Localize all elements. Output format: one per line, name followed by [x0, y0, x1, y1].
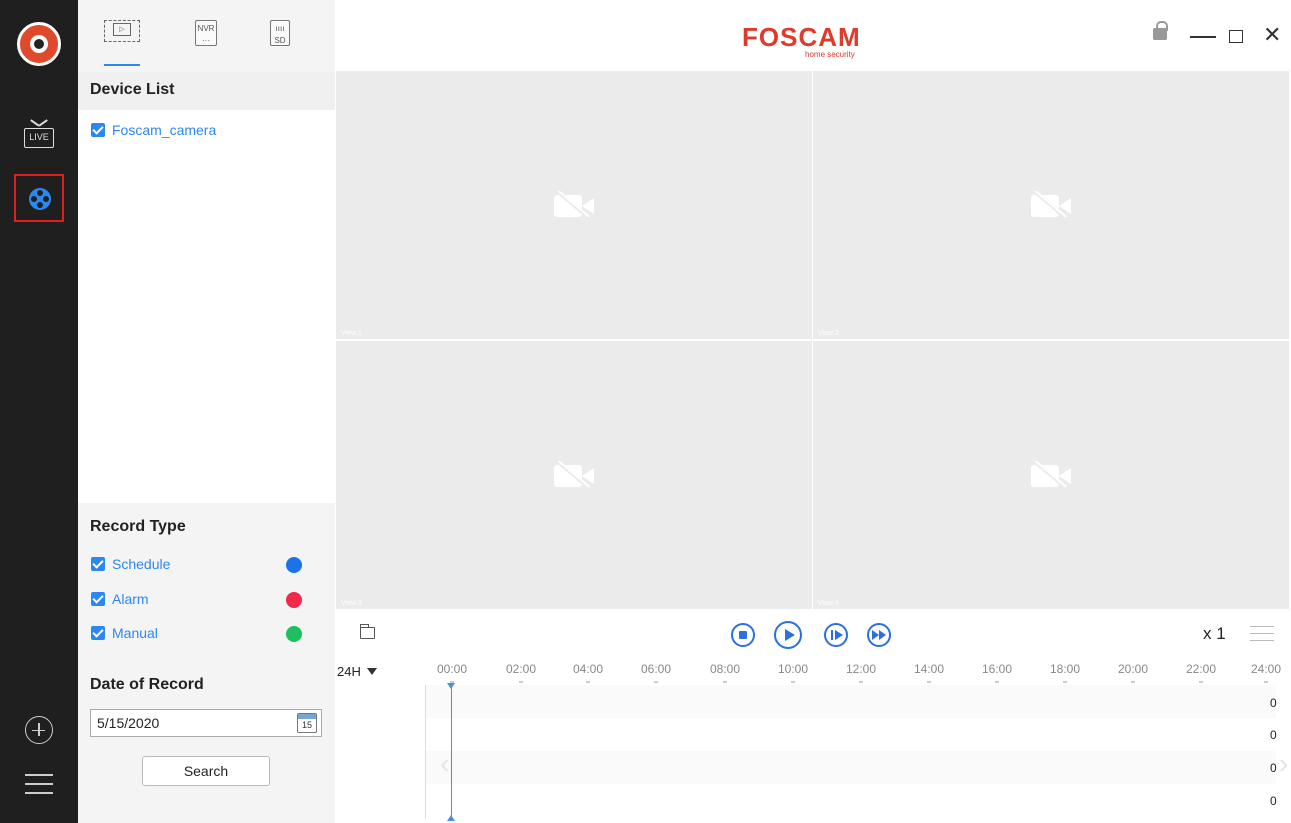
close-button[interactable]: ✕	[1263, 22, 1281, 48]
camera-off-icon	[552, 455, 596, 495]
alarm-label: Alarm	[112, 591, 149, 607]
active-tab-indicator	[104, 64, 140, 66]
maximize-button[interactable]	[1229, 30, 1243, 43]
timeline-row	[426, 784, 1276, 817]
add-circle-icon[interactable]	[25, 716, 53, 744]
time-tick: 22:00	[1181, 662, 1221, 683]
tab-local-playback[interactable]: ▷	[100, 20, 144, 50]
device-name: Foscam_camera	[112, 122, 217, 138]
date-field[interactable]: 5/15/2020 15	[90, 709, 322, 737]
camera-off-icon	[1029, 185, 1073, 225]
schedule-color-dot	[286, 557, 302, 573]
monitor-play-icon: ▷	[113, 23, 131, 36]
tab-sd[interactable]: ıııı SD	[270, 20, 290, 50]
record-type-alarm[interactable]: Alarm	[78, 588, 335, 610]
film-reel-icon	[29, 188, 51, 210]
time-tick: 14:00	[909, 662, 949, 683]
timeline-row	[426, 685, 1276, 718]
schedule-label: Schedule	[112, 556, 171, 572]
calendar-icon[interactable]: 15	[297, 713, 317, 733]
record-type-manual[interactable]: Manual	[78, 622, 335, 644]
time-tick: 20:00	[1113, 662, 1153, 683]
view-label: View 3	[341, 600, 362, 607]
alarm-checkbox[interactable]	[91, 592, 105, 606]
playback-control-bar: x 1	[335, 610, 1291, 658]
date-of-record-title: Date of Record	[90, 676, 204, 693]
manual-checkbox[interactable]	[91, 626, 105, 640]
chevron-right-icon[interactable]: ›	[1279, 748, 1288, 780]
time-tick: 24:00	[1246, 662, 1286, 683]
timeline-range-select[interactable]: 24H	[337, 664, 377, 679]
playback-nav-button[interactable]	[14, 174, 64, 222]
row-count: 0	[1270, 728, 1277, 742]
title-bar: FOSCAM home security ✕	[335, 0, 1291, 70]
fast-forward-button[interactable]	[867, 623, 891, 647]
hamburger-menu-icon[interactable]	[25, 774, 53, 794]
foscam-playback-window: LIVE ▷ NVR ··· ıııı SD Device List Fosca…	[0, 0, 1291, 823]
left-rail: LIVE	[0, 0, 78, 823]
timeline-track[interactable]	[425, 685, 1291, 819]
time-tick: 10:00	[773, 662, 813, 683]
timeline-row	[426, 751, 1276, 784]
time-tick: 08:00	[705, 662, 745, 683]
video-view[interactable]: View 3	[336, 341, 812, 609]
tab-nvr[interactable]: NVR ···	[195, 20, 217, 50]
play-button[interactable]	[774, 621, 802, 649]
time-tick: 02:00	[501, 662, 541, 683]
time-tick: 12:00	[841, 662, 881, 683]
folder-icon[interactable]	[359, 624, 375, 639]
time-tick: 18:00	[1045, 662, 1085, 683]
time-tick: 04:00	[568, 662, 608, 683]
device-list-title: Device List	[78, 72, 335, 110]
camera-off-icon	[1029, 455, 1073, 495]
sd-card-icon: ıııı SD	[270, 20, 290, 46]
video-grid: View 1 View 2 View 3 View 4	[335, 70, 1291, 610]
manual-label: Manual	[112, 625, 158, 641]
chevron-left-icon[interactable]: ‹	[440, 748, 449, 780]
playback-speed[interactable]: x 1	[1203, 624, 1226, 644]
live-tv-icon[interactable]: LIVE	[24, 119, 54, 148]
lock-icon[interactable]	[1153, 21, 1168, 40]
record-type-title: Record Type	[90, 518, 186, 535]
foscam-logo-icon	[17, 22, 61, 66]
stop-button[interactable]	[731, 623, 755, 647]
row-count: 0	[1270, 794, 1277, 808]
timeline-row	[426, 718, 1276, 751]
view-label: View 2	[818, 330, 839, 337]
time-tick: 16:00	[977, 662, 1017, 683]
row-count: 0	[1270, 761, 1277, 775]
live-label: LIVE	[24, 128, 54, 148]
device-checkbox[interactable]	[91, 123, 105, 137]
video-view[interactable]: View 2	[813, 71, 1289, 339]
step-forward-button[interactable]	[824, 623, 848, 647]
brand-logo: FOSCAM	[742, 22, 861, 52]
brand-tagline: home security	[805, 50, 855, 59]
schedule-checkbox[interactable]	[91, 557, 105, 571]
device-item[interactable]: Foscam_camera	[78, 121, 335, 141]
list-icon[interactable]	[1250, 626, 1274, 642]
timeline: 24H 00:00 02:00 04:00 06:00 08:00 10:00 …	[335, 658, 1291, 823]
view-label: View 4	[818, 600, 839, 607]
timeline-ticks: 00:00 02:00 04:00 06:00 08:00 10:00 12:0…	[423, 662, 1291, 684]
device-list: Foscam_camera	[78, 110, 335, 503]
record-type-schedule[interactable]: Schedule	[78, 553, 335, 575]
time-tick: 00:00	[432, 662, 472, 683]
side-panel: ▷ NVR ··· ıııı SD Device List Foscam_camer…	[78, 0, 335, 823]
view-label: View 1	[341, 330, 362, 337]
timeline-cursor[interactable]	[447, 683, 455, 821]
alarm-color-dot	[286, 592, 302, 608]
time-tick: 06:00	[636, 662, 676, 683]
search-button[interactable]: Search	[142, 756, 270, 786]
source-tabs: ▷ NVR ··· ıııı SD	[78, 0, 335, 72]
manual-color-dot	[286, 626, 302, 642]
video-view[interactable]: View 4	[813, 341, 1289, 609]
minimize-button[interactable]	[1190, 36, 1216, 38]
video-view[interactable]: View 1	[336, 71, 812, 339]
row-count: 0	[1270, 696, 1277, 710]
camera-off-icon	[552, 185, 596, 225]
date-value: 5/15/2020	[97, 715, 160, 731]
nvr-icon: NVR ···	[195, 20, 217, 46]
